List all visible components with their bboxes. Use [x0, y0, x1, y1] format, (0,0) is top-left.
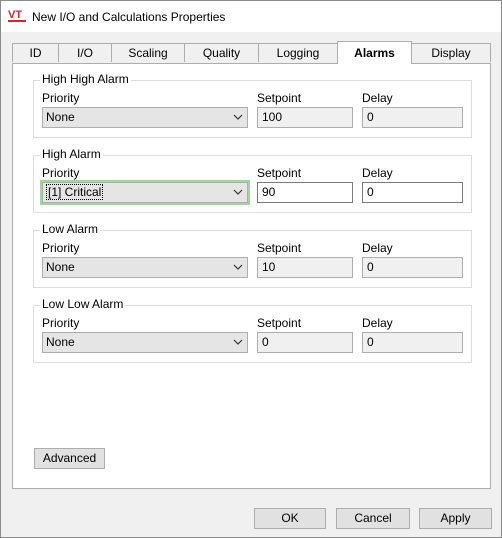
tab-label: Display [431, 46, 471, 60]
ok-button[interactable]: OK [254, 508, 326, 529]
delay-label: Delay [362, 316, 393, 330]
tab-label: I/O [76, 46, 93, 60]
group-title: Low Alarm [40, 222, 101, 236]
title-bar: VT New I/O and Calculations Properties [1, 1, 501, 32]
delay-label: Delay [362, 241, 393, 255]
delay-label: Delay [362, 91, 393, 105]
group-title: High High Alarm [40, 72, 131, 86]
tab-alarms[interactable]: Alarms [337, 41, 412, 64]
setpoint-label: Setpoint [257, 91, 302, 105]
tab-label: Quality [202, 46, 241, 60]
low-setpoint-field[interactable]: 10 [257, 257, 353, 278]
chevron-down-icon [233, 339, 243, 345]
low-priority-select[interactable]: None [42, 257, 248, 278]
priority-label: Priority [42, 91, 80, 105]
select-value: [1] Critical [46, 184, 104, 200]
properties-dialog: VT New I/O and Calculations Properties I… [0, 0, 502, 538]
group-title: High Alarm [40, 147, 103, 161]
group-title: Low Low Alarm [40, 297, 126, 311]
vtscada-app-icon: VT [8, 9, 26, 22]
high-high-priority-select[interactable]: None [42, 107, 248, 128]
low-low-priority-select[interactable]: None [42, 332, 248, 353]
tab-scaling[interactable]: Scaling [111, 43, 185, 62]
high-high-delay-field[interactable]: 0 [362, 107, 463, 128]
priority-label: Priority [42, 241, 80, 255]
tab-logging[interactable]: Logging [258, 43, 338, 62]
select-value: None [46, 260, 75, 274]
chevron-down-icon [233, 114, 243, 120]
apply-button[interactable]: Apply [419, 508, 492, 529]
chevron-down-icon [233, 264, 243, 270]
low-delay-field[interactable]: 0 [362, 257, 463, 278]
priority-label: Priority [42, 166, 80, 180]
tab-id[interactable]: ID [12, 43, 59, 62]
setpoint-label: Setpoint [257, 166, 302, 180]
tab-label: Alarms [354, 46, 395, 60]
chevron-down-icon [233, 189, 243, 195]
tab-label: ID [29, 46, 42, 60]
tab-label: Logging [276, 46, 320, 60]
priority-label: Priority [42, 316, 80, 330]
setpoint-label: Setpoint [257, 241, 302, 255]
high-setpoint-field[interactable]: 90 [257, 182, 353, 203]
tab-quality[interactable]: Quality [184, 43, 259, 62]
high-delay-field[interactable]: 0 [362, 182, 463, 203]
select-value: None [46, 110, 75, 124]
high-priority-select[interactable]: [1] Critical [40, 180, 250, 205]
delay-label: Delay [362, 166, 393, 180]
setpoint-label: Setpoint [257, 316, 302, 330]
window-title: New I/O and Calculations Properties [32, 10, 226, 24]
tab-label: Scaling [128, 46, 168, 60]
advanced-button[interactable]: Advanced [34, 448, 105, 469]
cancel-button[interactable]: Cancel [336, 508, 410, 529]
tab-display[interactable]: Display [411, 43, 491, 62]
tab-io[interactable]: I/O [58, 43, 112, 62]
low-low-delay-field[interactable]: 0 [362, 332, 463, 353]
svg-text:VT: VT [8, 9, 22, 21]
select-value: None [46, 335, 75, 349]
high-high-setpoint-field[interactable]: 100 [257, 107, 353, 128]
low-low-setpoint-field[interactable]: 0 [257, 332, 353, 353]
